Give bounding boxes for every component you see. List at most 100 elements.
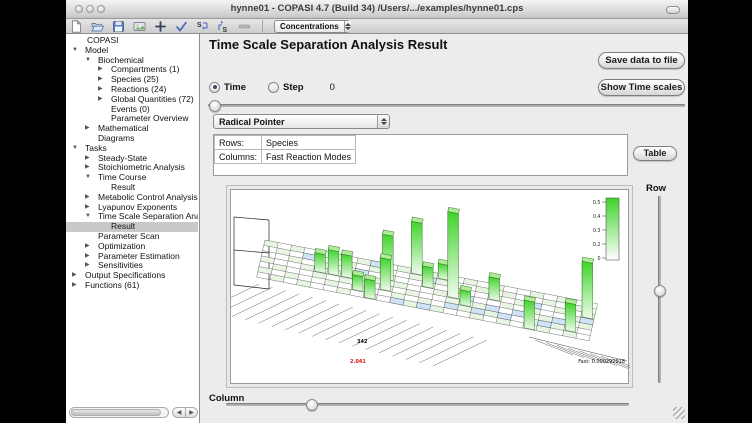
axis-value-label: 342 — [357, 339, 368, 345]
chevron-down-icon[interactable]: ▼ — [85, 173, 98, 183]
chevron-down-icon[interactable]: ▼ — [85, 212, 98, 222]
chevron-right-icon[interactable]: ▶ — [72, 271, 85, 281]
sidebar-item-copasi[interactable]: COPASI — [66, 36, 198, 46]
bar-3d — [315, 248, 327, 273]
column-slider-track[interactable] — [226, 403, 629, 406]
commit-check-icon[interactable] — [175, 20, 188, 33]
close-button[interactable] — [75, 5, 83, 13]
sidebar-item-lyapunov-exponents[interactable]: ▶Lyapunov Exponents — [66, 203, 198, 213]
sidebar-item-model[interactable]: ▼Model — [66, 46, 198, 56]
export-image-icon[interactable] — [133, 20, 146, 33]
import-sbml-icon[interactable]: S — [196, 20, 209, 33]
time-slider-track[interactable] — [208, 104, 685, 107]
time-radio[interactable] — [209, 82, 220, 93]
mode-dropdown[interactable]: Radical Pointer — [213, 114, 390, 129]
sidebar-item-mathematical[interactable]: ▶Mathematical — [66, 124, 198, 134]
sidebar-item-global-quantities-72[interactable]: ▶Global Quantities (72) — [66, 95, 198, 105]
chevron-right-icon[interactable]: ▶ — [85, 252, 98, 262]
save-data-button[interactable]: Save data to file — [598, 52, 685, 69]
chevron-right-icon[interactable]: ▶ — [98, 95, 111, 105]
title-bar[interactable]: hynne01 - COPASI 4.7 (Build 34) /Users/.… — [66, 0, 688, 19]
sidebar-item-result[interactable]: Result — [66, 183, 198, 193]
scroll-left-icon[interactable]: ◀ — [172, 407, 185, 418]
sidebar-item-label: Model — [85, 46, 108, 56]
sidebar-item-label: Species (25) — [111, 75, 159, 85]
sidebar-item-label: Diagrams — [98, 134, 134, 144]
sidebar-item-label: Mathematical — [98, 124, 149, 134]
slider-tool-icon[interactable] — [238, 20, 251, 33]
sidebar-item-biochemical[interactable]: ▼Biochemical — [66, 56, 198, 66]
bar-3d — [489, 273, 501, 302]
column-slider-thumb[interactable] — [306, 399, 318, 411]
chevron-right-icon[interactable]: ▶ — [98, 75, 111, 85]
sidebar-item-reactions-24[interactable]: ▶Reactions (24) — [66, 85, 198, 95]
chevron-right-icon[interactable]: ▶ — [98, 65, 111, 75]
sidebar-item-steady-state[interactable]: ▶Steady-State — [66, 154, 198, 164]
export-sbml-icon[interactable]: S — [217, 20, 230, 33]
table-button[interactable]: Table — [633, 146, 677, 161]
sidebar-item-time-scale-separation-anal[interactable]: ▼Time Scale Separation Anal — [66, 212, 198, 222]
open-file-icon[interactable] — [91, 20, 104, 33]
sidebar-item-stoichiometric-analysis[interactable]: ▶Stoichiometric Analysis — [66, 163, 198, 173]
sidebar-item-label: Biochemical — [98, 56, 144, 66]
step-radio[interactable] — [268, 82, 279, 93]
time-radio-label: Time — [224, 82, 246, 93]
chevron-down-icon[interactable]: ▼ — [85, 56, 98, 66]
resize-grip[interactable] — [673, 407, 685, 419]
scroll-right-icon[interactable]: ▶ — [185, 407, 198, 418]
sidebar-item-tasks[interactable]: ▼Tasks — [66, 144, 198, 154]
toolbar-toggle-button[interactable] — [666, 6, 680, 14]
add-icon[interactable] — [154, 20, 167, 33]
sidebar-item-output-specifications[interactable]: ▶Output Specifications — [66, 271, 198, 281]
sidebar-item-label: Parameter Overview — [111, 114, 188, 124]
chevron-right-icon[interactable]: ▶ — [85, 203, 98, 213]
toolbar-separator — [262, 20, 263, 32]
sidebar-item-parameter-overview[interactable]: Parameter Overview — [66, 114, 198, 124]
bar-3d — [412, 217, 424, 275]
svg-text:S: S — [197, 22, 202, 29]
chevron-right-icon[interactable]: ▶ — [85, 154, 98, 164]
sidebar-item-metabolic-control-analysis[interactable]: ▶Metabolic Control Analysis — [66, 193, 198, 203]
sidebar-item-parameter-scan[interactable]: Parameter Scan — [66, 232, 198, 242]
time-slider-thumb[interactable] — [209, 100, 221, 112]
chevron-down-icon[interactable]: ▼ — [72, 144, 85, 154]
chevron-right-icon[interactable]: ▶ — [85, 242, 98, 252]
sidebar-item-label: Functions (61) — [85, 281, 139, 291]
sidebar-item-label: Sensitivities — [98, 261, 143, 271]
sidebar-item-label: Result — [111, 222, 135, 232]
zoom-button[interactable] — [97, 5, 105, 13]
chevron-right-icon[interactable]: ▶ — [85, 261, 98, 271]
chevron-right-icon[interactable]: ▶ — [85, 193, 98, 203]
sidebar-item-diagrams[interactable]: Diagrams — [66, 134, 198, 144]
sidebar-item-parameter-estimation[interactable]: ▶Parameter Estimation — [66, 252, 198, 262]
sidebar: COPASI▼Model▼Biochemical▶Compartments (1… — [66, 34, 200, 423]
sidebar-item-species-25[interactable]: ▶Species (25) — [66, 75, 198, 85]
plot-3d[interactable]: 0.50.40.30.203422.041Fast: 0.000292918 — [231, 190, 630, 385]
selected-value-label: 2.041 — [350, 359, 366, 365]
sidebar-item-events-0[interactable]: Events (0) — [66, 105, 198, 115]
row-slider-thumb[interactable] — [654, 285, 666, 297]
save-icon[interactable] — [112, 20, 125, 33]
chevron-right-icon[interactable]: ▶ — [98, 85, 111, 95]
minimize-button[interactable] — [86, 5, 94, 13]
legend-tick-label: 0.2 — [593, 242, 601, 248]
sidebar-item-label: Optimization — [98, 242, 145, 252]
concentrations-dropdown[interactable]: Concentrations — [274, 20, 350, 33]
chevron-right-icon[interactable]: ▶ — [85, 124, 98, 134]
sidebar-item-functions-61[interactable]: ▶Functions (61) — [66, 281, 198, 291]
sidebar-item-result[interactable]: Result — [66, 222, 198, 232]
sidebar-item-optimization[interactable]: ▶Optimization — [66, 242, 198, 252]
scrollbar-thumb[interactable] — [71, 409, 161, 416]
chevron-right-icon[interactable]: ▶ — [72, 281, 85, 291]
sidebar-hscrollbar[interactable] — [69, 407, 169, 418]
chevron-right-icon[interactable]: ▶ — [85, 163, 98, 173]
plot-3d-area[interactable]: 0.50.40.30.203422.041Fast: 0.000292918 — [230, 189, 629, 384]
sidebar-item-time-course[interactable]: ▼Time Course — [66, 173, 198, 183]
new-file-icon[interactable] — [70, 20, 83, 33]
sidebar-item-sensitivities[interactable]: ▶Sensitivities — [66, 261, 198, 271]
dropdown-stepper-icon — [344, 21, 351, 32]
sidebar-item-compartments-1[interactable]: ▶Compartments (1) — [66, 65, 198, 75]
time-step-radio-group: Time Step 0 — [209, 81, 335, 93]
show-time-scales-button[interactable]: Show Time scales — [598, 79, 685, 96]
chevron-down-icon[interactable]: ▼ — [72, 46, 85, 56]
